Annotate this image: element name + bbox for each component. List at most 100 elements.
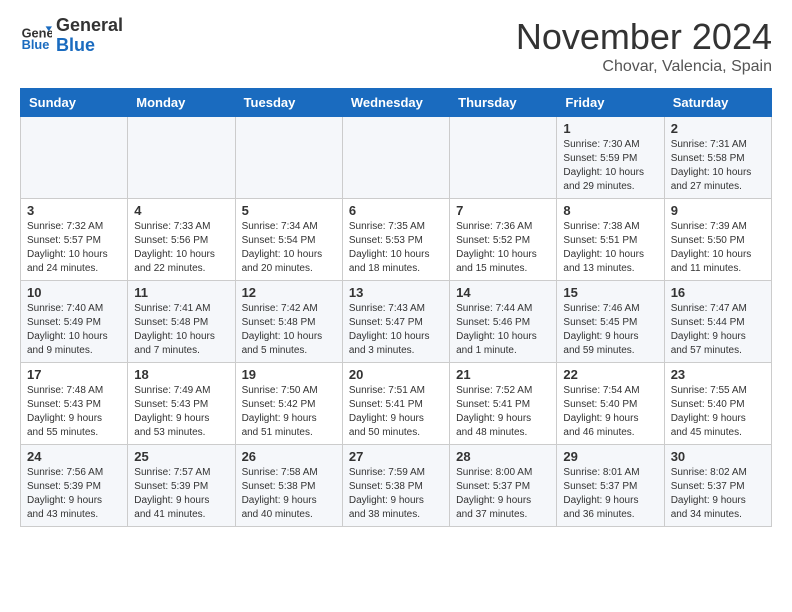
- day-cell: 26 Sunrise: 7:58 AM Sunset: 5:38 PM Dayli…: [235, 445, 342, 527]
- day-cell: 23 Sunrise: 7:55 AM Sunset: 5:40 PM Dayli…: [664, 363, 771, 445]
- day-cell: 18Sunrise: 7:49 AM Sunset: 5:43 PM Dayli…: [128, 363, 235, 445]
- week-row-2: 3Sunrise: 7:32 AM Sunset: 5:57 PM Daylig…: [21, 199, 772, 281]
- day-info: Sunrise: 8:00 AM Sunset: 5:37 PM Dayligh…: [456, 466, 550, 522]
- calendar-body: 1 Sunrise: 7:30 AM Sunset: 5:59 PM Daylig…: [21, 117, 772, 527]
- day-info: Sunrise: 7:30 AM Sunset: 5:59 PM Dayligh…: [563, 138, 657, 194]
- day-info: Sunrise: 7:42 AM Sunset: 5:48 PM Dayligh…: [242, 302, 336, 358]
- week-row-1: 1 Sunrise: 7:30 AM Sunset: 5:59 PM Daylig…: [21, 117, 772, 199]
- day-cell: 19 Sunrise: 7:50 AM Sunset: 5:42 PM Dayli…: [235, 363, 342, 445]
- day-number: 8: [563, 203, 657, 218]
- day-number: 15: [563, 285, 657, 300]
- page-header: General Blue General Blue November 2024 …: [20, 16, 772, 76]
- day-info: Sunrise: 7:51 AM Sunset: 5:41 PM Dayligh…: [349, 384, 443, 440]
- weekday-header-sunday: Sunday: [21, 89, 128, 117]
- day-cell: [21, 117, 128, 199]
- day-number: 25: [134, 449, 228, 464]
- week-row-4: 17Sunrise: 7:48 AM Sunset: 5:43 PM Dayli…: [21, 363, 772, 445]
- day-info: Sunrise: 7:46 AM Sunset: 5:45 PM Dayligh…: [563, 302, 657, 358]
- day-info: Sunrise: 7:32 AM Sunset: 5:57 PM Dayligh…: [27, 220, 121, 276]
- day-cell: 17Sunrise: 7:48 AM Sunset: 5:43 PM Dayli…: [21, 363, 128, 445]
- day-cell: 5 Sunrise: 7:34 AM Sunset: 5:54 PM Daylig…: [235, 199, 342, 281]
- day-number: 12: [242, 285, 336, 300]
- title-block: November 2024 Chovar, Valencia, Spain: [516, 16, 772, 76]
- day-info: Sunrise: 7:36 AM Sunset: 5:52 PM Dayligh…: [456, 220, 550, 276]
- location-subtitle: Chovar, Valencia, Spain: [516, 58, 772, 76]
- weekday-header-saturday: Saturday: [664, 89, 771, 117]
- day-cell: 6 Sunrise: 7:35 AM Sunset: 5:53 PM Daylig…: [342, 199, 449, 281]
- day-cell: 7 Sunrise: 7:36 AM Sunset: 5:52 PM Daylig…: [450, 199, 557, 281]
- day-cell: 15 Sunrise: 7:46 AM Sunset: 5:45 PM Dayli…: [557, 281, 664, 363]
- day-cell: 9 Sunrise: 7:39 AM Sunset: 5:50 PM Daylig…: [664, 199, 771, 281]
- day-number: 5: [242, 203, 336, 218]
- day-cell: 2 Sunrise: 7:31 AM Sunset: 5:58 PM Daylig…: [664, 117, 771, 199]
- week-row-3: 10Sunrise: 7:40 AM Sunset: 5:49 PM Dayli…: [21, 281, 772, 363]
- day-info: Sunrise: 7:57 AM Sunset: 5:39 PM Dayligh…: [134, 466, 228, 522]
- day-number: 21: [456, 367, 550, 382]
- day-cell: 21 Sunrise: 7:52 AM Sunset: 5:41 PM Dayli…: [450, 363, 557, 445]
- day-cell: 30 Sunrise: 8:02 AM Sunset: 5:37 PM Dayli…: [664, 445, 771, 527]
- day-number: 6: [349, 203, 443, 218]
- calendar-header: SundayMondayTuesdayWednesdayThursdayFrid…: [21, 89, 772, 117]
- day-cell: 11 Sunrise: 7:41 AM Sunset: 5:48 PM Dayli…: [128, 281, 235, 363]
- day-number: 1: [563, 121, 657, 136]
- day-info: Sunrise: 7:50 AM Sunset: 5:42 PM Dayligh…: [242, 384, 336, 440]
- day-info: Sunrise: 7:47 AM Sunset: 5:44 PM Dayligh…: [671, 302, 765, 358]
- day-number: 23: [671, 367, 765, 382]
- day-cell: 20 Sunrise: 7:51 AM Sunset: 5:41 PM Dayli…: [342, 363, 449, 445]
- day-info: Sunrise: 8:01 AM Sunset: 5:37 PM Dayligh…: [563, 466, 657, 522]
- calendar-table: SundayMondayTuesdayWednesdayThursdayFrid…: [20, 88, 772, 527]
- day-number: 26: [242, 449, 336, 464]
- day-cell: 3Sunrise: 7:32 AM Sunset: 5:57 PM Daylig…: [21, 199, 128, 281]
- page-container: General Blue General Blue November 2024 …: [0, 0, 792, 543]
- weekday-header-row: SundayMondayTuesdayWednesdayThursdayFrid…: [21, 89, 772, 117]
- day-info: Sunrise: 7:31 AM Sunset: 5:58 PM Dayligh…: [671, 138, 765, 194]
- day-cell: 8 Sunrise: 7:38 AM Sunset: 5:51 PM Daylig…: [557, 199, 664, 281]
- day-info: Sunrise: 7:59 AM Sunset: 5:38 PM Dayligh…: [349, 466, 443, 522]
- day-cell: 14 Sunrise: 7:44 AM Sunset: 5:46 PM Dayli…: [450, 281, 557, 363]
- day-number: 20: [349, 367, 443, 382]
- day-number: 19: [242, 367, 336, 382]
- day-number: 18: [134, 367, 228, 382]
- day-number: 28: [456, 449, 550, 464]
- day-number: 14: [456, 285, 550, 300]
- day-cell: 27Sunrise: 7:59 AM Sunset: 5:38 PM Dayli…: [342, 445, 449, 527]
- day-cell: 22Sunrise: 7:54 AM Sunset: 5:40 PM Dayli…: [557, 363, 664, 445]
- day-cell: [342, 117, 449, 199]
- day-info: Sunrise: 7:52 AM Sunset: 5:41 PM Dayligh…: [456, 384, 550, 440]
- day-info: Sunrise: 7:39 AM Sunset: 5:50 PM Dayligh…: [671, 220, 765, 276]
- day-cell: 16 Sunrise: 7:47 AM Sunset: 5:44 PM Dayli…: [664, 281, 771, 363]
- day-number: 7: [456, 203, 550, 218]
- day-cell: 24Sunrise: 7:56 AM Sunset: 5:39 PM Dayli…: [21, 445, 128, 527]
- day-cell: 4Sunrise: 7:33 AM Sunset: 5:56 PM Daylig…: [128, 199, 235, 281]
- weekday-header-wednesday: Wednesday: [342, 89, 449, 117]
- day-number: 13: [349, 285, 443, 300]
- day-number: 16: [671, 285, 765, 300]
- svg-text:Blue: Blue: [22, 37, 50, 52]
- day-number: 2: [671, 121, 765, 136]
- day-cell: 13Sunrise: 7:43 AM Sunset: 5:47 PM Dayli…: [342, 281, 449, 363]
- month-title: November 2024: [516, 16, 772, 58]
- day-number: 9: [671, 203, 765, 218]
- day-info: Sunrise: 7:41 AM Sunset: 5:48 PM Dayligh…: [134, 302, 228, 358]
- day-info: Sunrise: 8:02 AM Sunset: 5:37 PM Dayligh…: [671, 466, 765, 522]
- day-info: Sunrise: 7:34 AM Sunset: 5:54 PM Dayligh…: [242, 220, 336, 276]
- day-number: 4: [134, 203, 228, 218]
- weekday-header-friday: Friday: [557, 89, 664, 117]
- logo-line2: Blue: [56, 36, 123, 56]
- weekday-header-monday: Monday: [128, 89, 235, 117]
- day-number: 29: [563, 449, 657, 464]
- day-cell: 25 Sunrise: 7:57 AM Sunset: 5:39 PM Dayli…: [128, 445, 235, 527]
- day-info: Sunrise: 7:55 AM Sunset: 5:40 PM Dayligh…: [671, 384, 765, 440]
- day-info: Sunrise: 7:35 AM Sunset: 5:53 PM Dayligh…: [349, 220, 443, 276]
- logo: General Blue General Blue: [20, 16, 123, 56]
- day-cell: 1 Sunrise: 7:30 AM Sunset: 5:59 PM Daylig…: [557, 117, 664, 199]
- logo-line1: General: [56, 16, 123, 36]
- day-info: Sunrise: 7:44 AM Sunset: 5:46 PM Dayligh…: [456, 302, 550, 358]
- day-number: 30: [671, 449, 765, 464]
- day-cell: [128, 117, 235, 199]
- day-info: Sunrise: 7:48 AM Sunset: 5:43 PM Dayligh…: [27, 384, 121, 440]
- day-cell: 12 Sunrise: 7:42 AM Sunset: 5:48 PM Dayli…: [235, 281, 342, 363]
- day-info: Sunrise: 7:58 AM Sunset: 5:38 PM Dayligh…: [242, 466, 336, 522]
- day-info: Sunrise: 7:38 AM Sunset: 5:51 PM Dayligh…: [563, 220, 657, 276]
- day-number: 11: [134, 285, 228, 300]
